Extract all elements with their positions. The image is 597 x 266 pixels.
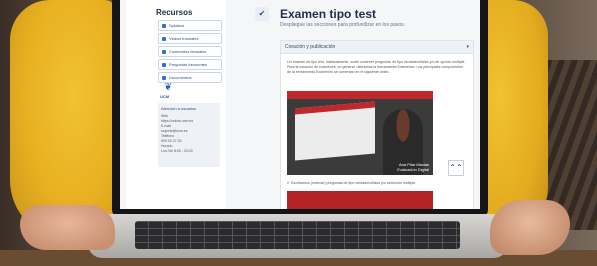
video-slide	[295, 101, 375, 161]
laptop-screen: Recursos Syllabus Videos tutoriales Cont…	[120, 0, 480, 209]
chevron-down-icon[interactable]: ▾	[466, 41, 469, 53]
accordion-title: Creación y publicación	[285, 44, 336, 50]
sidebar-item-label: Syllabus	[169, 22, 185, 28]
accordion-card: Creación y publicación ▾ Un examen de ti…	[280, 40, 474, 209]
sidebar-item-syllabus[interactable]: Syllabus	[158, 20, 222, 31]
list-icon	[162, 23, 166, 28]
sidebar-list: Syllabus Videos tutoriales Contenidos te…	[158, 20, 222, 85]
caption-title: Evaluación Digital	[397, 167, 429, 172]
document-icon	[162, 75, 166, 80]
video-caption: Ana Pilar Macias Evaluación Digital	[397, 162, 429, 172]
question-icon	[162, 62, 166, 67]
video-icon	[162, 36, 166, 41]
text-icon	[162, 49, 166, 54]
ucm-logo-icon: ❦	[164, 82, 173, 93]
sidebar-title: Recursos	[156, 8, 193, 17]
accordion-header[interactable]: Creación y publicación ▾	[281, 41, 473, 54]
left-hand	[20, 205, 115, 250]
sidebar-item-contenidos[interactable]: Contenidos textuales	[158, 46, 222, 57]
sidebar-item-videos[interactable]: Videos tutoriales	[158, 33, 222, 44]
laptop-keyboard	[135, 221, 460, 249]
sidebar-item-label: Videos tutoriales	[169, 35, 199, 41]
contact-heading: Atención a usuarios	[161, 106, 197, 111]
contact-box: Atención a usuarios Web https://online.u…	[158, 103, 220, 167]
right-hand	[490, 200, 570, 255]
sidebar-item-label: Documentos	[169, 74, 192, 80]
sidebar-item-label: Preguntas frecuentes	[169, 61, 208, 67]
sidebar: Recursos Syllabus Videos tutoriales Cont…	[126, 0, 226, 209]
sidebar-item-label: Contenidos textuales	[169, 48, 207, 54]
video-player-2[interactable]	[287, 191, 433, 209]
sidebar-item-preguntas[interactable]: Preguntas frecuentes	[158, 59, 222, 70]
card-paragraph: Un examen de tipo test, habitualmente, s…	[287, 60, 466, 74]
page-title: Examen tipo test	[280, 7, 377, 21]
video-top-bar	[287, 91, 433, 99]
step-two-text: 2. Escribamos (ordenar) preguntas de tip…	[287, 181, 417, 185]
contact-line: Lun-Vie 8:00 - 20:00	[161, 149, 193, 153]
person-left-sleeve	[10, 0, 115, 240]
logo-text: UCM	[160, 94, 170, 99]
page-subtitle: Despliegue las secciones para profundiza…	[280, 22, 406, 28]
scroll-top-button[interactable]: ⌃⌃	[448, 160, 464, 176]
check-icon[interactable]: ✔	[255, 7, 269, 21]
video-player[interactable]: Ana Pilar Macias Evaluación Digital	[287, 91, 433, 175]
